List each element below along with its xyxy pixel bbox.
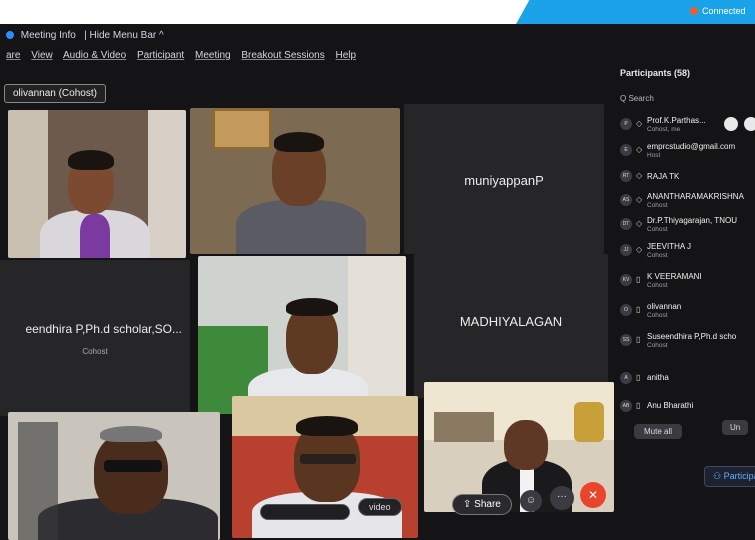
participant-row[interactable]: E ◇ emprcstudio@gmail.com Host <box>620 140 755 164</box>
avatar: KV <box>620 274 632 286</box>
host-icon: ◇ <box>636 145 643 154</box>
participant-name: anitha <box>647 373 669 382</box>
participant-row[interactable]: DT ◇ Dr.P.Thiyagarajan, TNOU Cohost <box>620 214 755 238</box>
video-tile-1[interactable] <box>8 110 186 258</box>
cohost-icon: ◇ <box>636 195 643 204</box>
participant-name: Prof.K.Parthas... <box>647 116 706 125</box>
leave-button[interactable]: ✕ <box>580 482 606 508</box>
more-button[interactable]: ··· <box>550 486 574 510</box>
participant-name: Suseendhira P,Ph.d scho <box>647 332 737 341</box>
mic-muted-icon: ▯ <box>636 335 641 344</box>
unmute-all-button[interactable]: Un <box>722 420 749 435</box>
video-tile-7[interactable] <box>8 412 220 540</box>
shield-icon <box>6 31 14 39</box>
participant-role: Cohost <box>647 312 668 319</box>
status-badge: Connected <box>690 6 746 16</box>
cohost-icon: ◇ <box>636 119 643 128</box>
participant-name: ANANTHARAMAKRISHNA <box>647 192 744 201</box>
mic-icon[interactable] <box>724 117 738 131</box>
video-button[interactable]: video <box>358 498 402 516</box>
participant-role: Cohost <box>647 226 668 233</box>
participant-name: Anu Bharathi <box>647 401 694 410</box>
cohost-icon: ◇ <box>636 171 643 180</box>
menu-item-participant[interactable]: Participant <box>137 50 184 61</box>
participant-name: olivannan <box>647 302 682 311</box>
meeting-info-link[interactable]: Meeting Info <box>21 30 76 41</box>
video-tile-2[interactable] <box>190 108 400 254</box>
participant-role: Cohost <box>647 202 668 209</box>
video-tile-madhiyalagan[interactable]: MADHIYALAGAN <box>414 254 608 398</box>
avatar: JJ <box>620 244 632 256</box>
participant-row[interactable]: A ▯ anitha <box>620 368 755 392</box>
meeting-window: Connected Meeting Info | Hide Menu Bar ^… <box>0 6 755 540</box>
menu-item-view[interactable]: View <box>31 50 53 61</box>
participant-role: Host <box>647 152 661 159</box>
participants-search-input[interactable]: Q Search <box>620 94 755 108</box>
participants-panel: Participants (58) Q Search P ◇ Prof.K.Pa… <box>612 54 755 484</box>
participant-row[interactable]: O ▯ olivannan Cohost <box>620 300 755 324</box>
active-speaker-chip[interactable]: olivannan (Cohost) <box>4 84 106 103</box>
participant-row[interactable]: AS ◇ ANANTHARAMAKRISHNA Cohost <box>620 190 755 214</box>
avatar: AS <box>620 194 632 206</box>
participant-role: Cohost, me <box>647 126 681 133</box>
participant-role: Cohost <box>647 282 668 289</box>
avatar: A <box>620 372 632 384</box>
cohost-icon: ◇ <box>636 219 643 228</box>
menu-item-share[interactable]: are <box>6 50 20 61</box>
participant-name: Dr.P.Thiyagarajan, TNOU <box>647 216 737 225</box>
cohost-icon: ◇ <box>636 245 643 254</box>
participant-row[interactable]: P ◇ Prof.K.Parthas... Cohost, me <box>620 114 755 138</box>
menu-item-help[interactable]: Help <box>336 50 357 61</box>
hide-menu-bar-link[interactable]: | Hide Menu Bar ^ <box>84 30 164 41</box>
share-button[interactable]: ⇪ Share <box>452 494 512 515</box>
menu-bar: are View Audio & Video Participant Meeti… <box>6 50 364 61</box>
avatar: O <box>620 304 632 316</box>
menu-item-breakout[interactable]: Breakout Sessions <box>241 50 324 61</box>
video-tile-5[interactable] <box>198 256 406 414</box>
video-icon[interactable] <box>744 117 755 131</box>
mic-muted-icon: ▯ <box>636 373 641 382</box>
mute-all-button[interactable]: Mute all <box>634 424 683 439</box>
participant-row[interactable]: SS ▯ Suseendhira P,Ph.d scho Cohost <box>620 330 755 354</box>
participant-name: RAJA TK <box>647 172 680 181</box>
participants-title: Participants (58) <box>620 68 691 78</box>
participants-button[interactable]: ⚇ Participants <box>704 466 755 487</box>
reactions-button[interactable]: ☺ <box>520 490 542 512</box>
participant-row[interactable]: AB ▯ Anu Bharathi <box>620 396 755 420</box>
mic-muted-icon: ▯ <box>636 401 641 410</box>
mic-muted-icon: ▯ <box>636 275 641 284</box>
record-icon <box>690 7 698 15</box>
participant-row[interactable]: RT ◇ RAJA TK <box>620 166 755 190</box>
avatar: SS <box>620 334 632 346</box>
avatar: RT <box>620 170 632 182</box>
video-tile-seendhira[interactable]: eendhira P,Ph.d scholar,SO... Cohost <box>0 260 190 416</box>
avatar: E <box>620 144 632 156</box>
participant-role: Cohost <box>647 342 668 349</box>
meeting-info-bar[interactable]: Meeting Info | Hide Menu Bar ^ <box>6 30 164 41</box>
participant-name: JEEVITHA J <box>647 242 692 251</box>
menu-item-meeting[interactable]: Meeting <box>195 50 231 61</box>
avatar: DT <box>620 218 632 230</box>
participant-row[interactable]: JJ ◇ JEEVITHA J Cohost <box>620 240 755 264</box>
avatar: AB <box>620 400 632 412</box>
participant-role: Cohost <box>647 252 668 259</box>
participant-row[interactable]: KV ▯ K VEERAMANI Cohost <box>620 270 755 294</box>
avatar: P <box>620 118 632 130</box>
share-icon: ⇪ <box>463 499 475 510</box>
participant-name: K VEERAMANI <box>647 272 702 281</box>
video-tile-muniyappan[interactable]: muniyappanP <box>404 104 604 254</box>
menu-item-audio-video[interactable]: Audio & Video <box>63 50 126 61</box>
participant-name: emprcstudio@gmail.com <box>647 142 736 151</box>
toolbar-audio-button[interactable] <box>260 504 350 520</box>
mic-muted-icon: ▯ <box>636 305 641 314</box>
people-icon: ⚇ <box>713 471 724 481</box>
